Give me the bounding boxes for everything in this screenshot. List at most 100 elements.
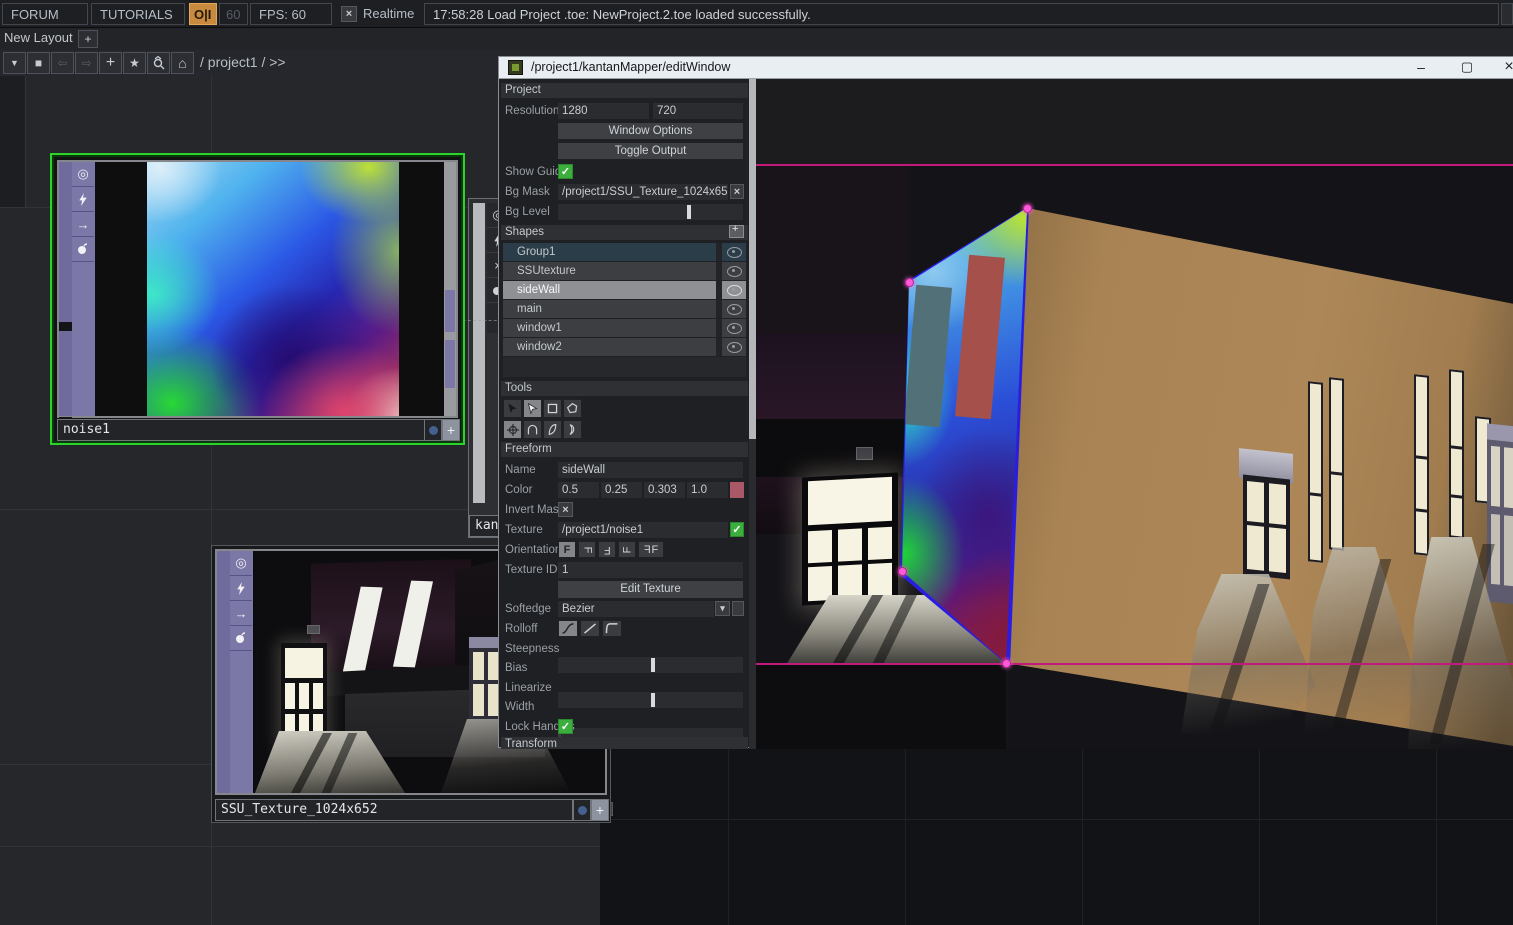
texture-field[interactable]: /project1/noise1: [558, 522, 728, 538]
bias-slider[interactable]: [558, 692, 743, 708]
network-pane-dark[interactable]: [600, 748, 1513, 925]
viewer-scroll-strip[interactable]: [473, 203, 485, 503]
color-b-field[interactable]: 0.303: [644, 482, 685, 498]
resolution-width-field[interactable]: 1280: [558, 103, 649, 119]
viewer-flag-button[interactable]: [424, 419, 442, 441]
tool-rectangle[interactable]: [543, 399, 562, 418]
bg-mask-field[interactable]: /project1/SSU_Texture_1024x652: [558, 184, 728, 200]
bg-level-slider[interactable]: [558, 204, 743, 220]
window-options-button[interactable]: Window Options: [558, 123, 743, 139]
scrollbar-handle[interactable]: [445, 290, 455, 332]
rolloff-step-button[interactable]: [602, 620, 622, 637]
io-toggle[interactable]: O|I: [189, 3, 217, 25]
add-shape-button[interactable]: +: [729, 225, 744, 238]
panel-scrollbar[interactable]: [749, 79, 756, 749]
rolloff-linear-button[interactable]: [580, 620, 600, 637]
viewer-noise1[interactable]: ◎ → noise1 +: [50, 153, 465, 445]
edit-texture-button[interactable]: Edit Texture: [558, 581, 743, 598]
viewer-lightning-button[interactable]: [72, 187, 94, 212]
orientation-f-button[interactable]: F: [558, 541, 576, 558]
forward-button[interactable]: ⇨: [75, 52, 98, 74]
shape-row-sidewall-selected[interactable]: sideWall: [503, 281, 746, 300]
color-swatch[interactable]: [730, 482, 744, 498]
visibility-cell[interactable]: [716, 281, 746, 299]
quad-handle[interactable]: [1023, 204, 1032, 213]
color-a-field[interactable]: 1.0: [687, 482, 728, 498]
tool-move-points[interactable]: [503, 420, 522, 439]
viewer-target-button[interactable]: ◎: [230, 551, 252, 576]
maximize-button[interactable]: ▢: [1457, 59, 1477, 77]
tool-select-white[interactable]: [523, 399, 542, 418]
viewer-bomb-button[interactable]: [72, 237, 94, 262]
bg-mask-clear-button[interactable]: ×: [730, 184, 744, 199]
shape-row-ssutexture[interactable]: SSUtexture: [503, 262, 746, 281]
texture-active-checkbox[interactable]: ✓: [730, 522, 744, 537]
quad-handle[interactable]: [1002, 659, 1011, 668]
panel-scrollbar-thumb[interactable]: [749, 79, 756, 439]
back-button[interactable]: ⇦: [51, 52, 74, 74]
realtime-checkbox[interactable]: ×: [341, 6, 357, 22]
visibility-cell[interactable]: [716, 319, 746, 337]
viewer-name-bar[interactable]: SSU_Texture_1024x652: [215, 799, 573, 821]
viewer-arrow-button[interactable]: →: [72, 212, 94, 237]
softedge-extra-button[interactable]: [732, 601, 744, 616]
viewer-lightning-button[interactable]: [230, 576, 252, 601]
tool-select-black[interactable]: [503, 399, 522, 418]
steepness-slider[interactable]: [558, 657, 743, 673]
viewer-target-button[interactable]: ◎: [72, 162, 94, 187]
viewer-name-bar[interactable]: noise1: [57, 419, 425, 441]
viewer-scroll-strip[interactable]: [59, 162, 72, 416]
zoom-network-button[interactable]: [147, 52, 170, 74]
quad-handle[interactable]: [905, 278, 914, 287]
quad-handle[interactable]: [898, 567, 907, 576]
viewer-flag-button[interactable]: [573, 799, 591, 821]
visibility-cell[interactable]: [716, 300, 746, 318]
section-header-shapes[interactable]: Shapes: [501, 225, 748, 240]
shape-row-group1[interactable]: Group1: [503, 243, 746, 262]
orientation-f270-button[interactable]: F: [618, 541, 636, 558]
slider-handle[interactable]: [687, 205, 691, 219]
orientation-f90-button[interactable]: F: [578, 541, 596, 558]
color-g-field[interactable]: 0.25: [601, 482, 642, 498]
scrollbar-handle[interactable]: [445, 340, 455, 388]
noise-texture-preview[interactable]: [147, 162, 399, 416]
tool-leaf[interactable]: [543, 420, 562, 439]
texture-id-field[interactable]: 1: [558, 562, 743, 578]
new-layout-tab[interactable]: New Layout: [4, 30, 73, 45]
invert-mask-checkbox[interactable]: ×: [558, 502, 573, 517]
bookmark-button[interactable]: ★: [123, 52, 146, 74]
orientation-f180-button[interactable]: F: [598, 541, 616, 558]
visibility-cell[interactable]: [716, 243, 746, 261]
shape-row-window2[interactable]: window2: [503, 338, 746, 357]
realtime-toggle[interactable]: × Realtime: [341, 3, 425, 25]
tool-crescent[interactable]: [563, 420, 582, 439]
viewer-scrollbar[interactable]: [444, 162, 456, 416]
toggle-output-button[interactable]: Toggle Output: [558, 143, 743, 159]
softedge-dropdown[interactable]: Bezier: [558, 601, 714, 617]
pane-dropdown-button[interactable]: ▼: [3, 52, 26, 74]
mapping-canvas[interactable]: [756, 79, 1513, 749]
viewer-add-button[interactable]: +: [442, 419, 460, 441]
section-header-project[interactable]: Project: [501, 83, 748, 98]
minimize-button[interactable]: –: [1411, 59, 1431, 77]
visibility-cell[interactable]: [716, 338, 746, 356]
add-pane-button[interactable]: +: [99, 52, 122, 74]
visibility-cell[interactable]: [716, 262, 746, 280]
viewer-add-button[interactable]: +: [591, 799, 609, 821]
shape-row-window1[interactable]: window1: [503, 319, 746, 338]
section-header-freeform[interactable]: Freeform: [501, 442, 748, 457]
close-button[interactable]: ×: [1499, 58, 1513, 76]
slider-handle[interactable]: [651, 658, 655, 672]
color-r-field[interactable]: 0.5: [558, 482, 599, 498]
window-title-bar[interactable]: /project1/kantanMapper/editWindow – ▢ ×: [499, 57, 1513, 79]
slider-handle[interactable]: [651, 693, 655, 707]
tool-freeform-shape[interactable]: [563, 399, 582, 418]
shape-row-main[interactable]: main: [503, 300, 746, 319]
tutorials-menu[interactable]: TUTORIALS: [91, 3, 185, 25]
section-header-tools[interactable]: Tools: [501, 381, 748, 396]
softedge-dropdown-button[interactable]: ▾: [715, 601, 730, 616]
forum-menu[interactable]: FORUM: [2, 3, 88, 25]
viewer-bomb-button[interactable]: [230, 626, 252, 651]
rolloff-scurve-button[interactable]: [558, 620, 578, 637]
tool-arch[interactable]: [523, 420, 542, 439]
